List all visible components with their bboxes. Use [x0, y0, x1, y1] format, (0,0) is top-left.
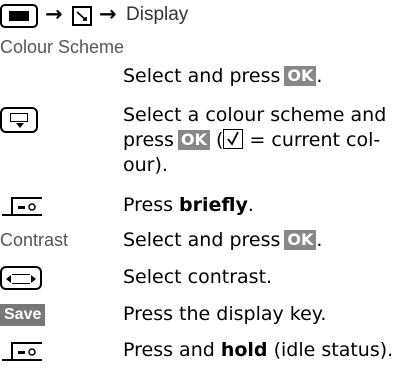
instruction-text: Select and press OK. [123, 65, 323, 87]
instruction-text: Select a colour scheme and [123, 104, 387, 126]
end-call-key-icon [0, 194, 44, 218]
menu-key-icon [0, 4, 38, 28]
breadcrumb-destination: Display [126, 4, 189, 25]
instruction-text: Select contrast. [123, 266, 273, 288]
instruction-text: Select and press OK. [123, 229, 323, 251]
up-down-control-key-icon [0, 107, 38, 133]
ok-key: OK [177, 130, 210, 150]
arrow-icon: → [99, 2, 117, 26]
settings-icon [72, 6, 92, 26]
left-right-control-key-icon [0, 266, 42, 290]
ok-key: OK [284, 66, 317, 86]
save-display-key: Save [0, 304, 46, 326]
ok-key: OK [284, 230, 317, 250]
check-icon [223, 129, 244, 149]
instruction-text: Press the display key. [123, 303, 327, 325]
instruction-text: press OK ( = current col- [123, 129, 381, 151]
end-call-key-icon [0, 339, 44, 363]
contrast-label: Contrast [0, 230, 69, 250]
instruction-text: Press and hold (idle status). [123, 339, 394, 361]
section-heading: Colour Scheme [0, 37, 125, 57]
header-path: → → Display [0, 2, 410, 32]
arrow-icon: → [45, 2, 63, 26]
instruction-text: Press briefly. [123, 194, 254, 216]
instruction-text: our). [123, 154, 168, 176]
